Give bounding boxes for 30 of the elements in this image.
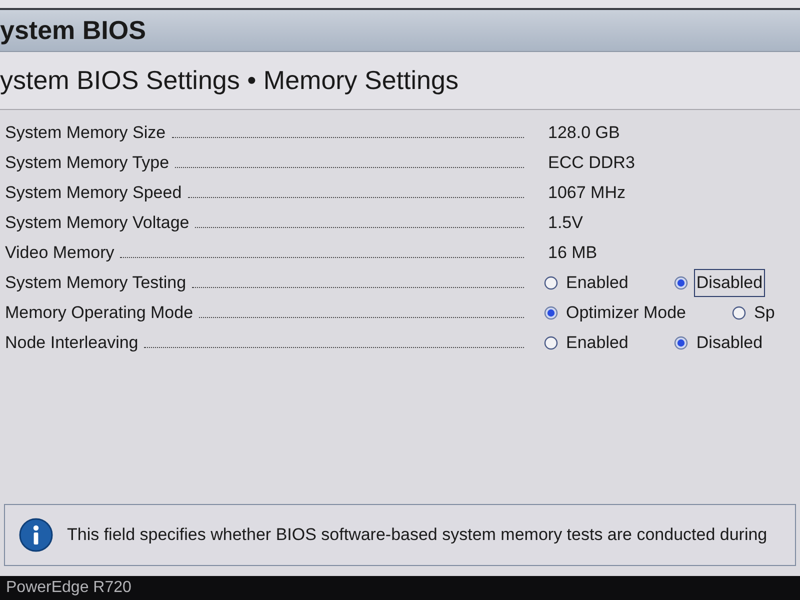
option-label[interactable]: Sp — [752, 299, 777, 327]
setting-label[interactable]: System Memory Size — [5, 120, 172, 146]
setting-label[interactable]: System Memory Type — [5, 150, 176, 176]
radio-button-icon[interactable] — [674, 276, 688, 290]
setting-value: ECC DDR3 — [547, 152, 635, 174]
setting-value: 128.0 GB — [547, 122, 620, 144]
breadcrumb: ystem BIOS Settings • Memory Settings — [0, 64, 458, 97]
radio-button-icon[interactable] — [544, 276, 558, 290]
option-label[interactable]: Enabled — [564, 329, 630, 357]
option-label[interactable]: Disabled — [694, 329, 765, 357]
option-label[interactable]: Enabled — [564, 269, 630, 297]
setting-label[interactable]: System Memory Speed — [5, 180, 188, 206]
radio-button-icon[interactable] — [732, 306, 746, 320]
radio-button-icon[interactable] — [674, 336, 688, 350]
help-text: This field specifies whether BIOS software-based system memory tests are conducted during — [67, 524, 768, 546]
setting-label[interactable]: Video Memory — [5, 240, 120, 266]
model-name: PowerEdge R720 — [6, 578, 132, 598]
radio-button-icon[interactable] — [544, 336, 558, 350]
window-title: ystem BIOS — [0, 14, 146, 47]
setting-label[interactable]: System Memory Testing — [5, 270, 192, 296]
setting-value: 1067 MHz — [547, 182, 626, 204]
setting-label[interactable]: Node Interleaving — [5, 330, 144, 356]
info-icon — [19, 518, 53, 552]
radio-button-icon[interactable] — [544, 306, 558, 320]
option-label[interactable]: Disabled — [694, 269, 765, 297]
setting-value: 16 MB — [547, 242, 598, 264]
setting-label[interactable]: System Memory Voltage — [5, 210, 196, 236]
setting-label[interactable]: Memory Operating Mode — [5, 300, 200, 326]
setting-value: 1.5V — [547, 212, 583, 234]
option-label[interactable]: Optimizer Mode — [564, 299, 688, 327]
